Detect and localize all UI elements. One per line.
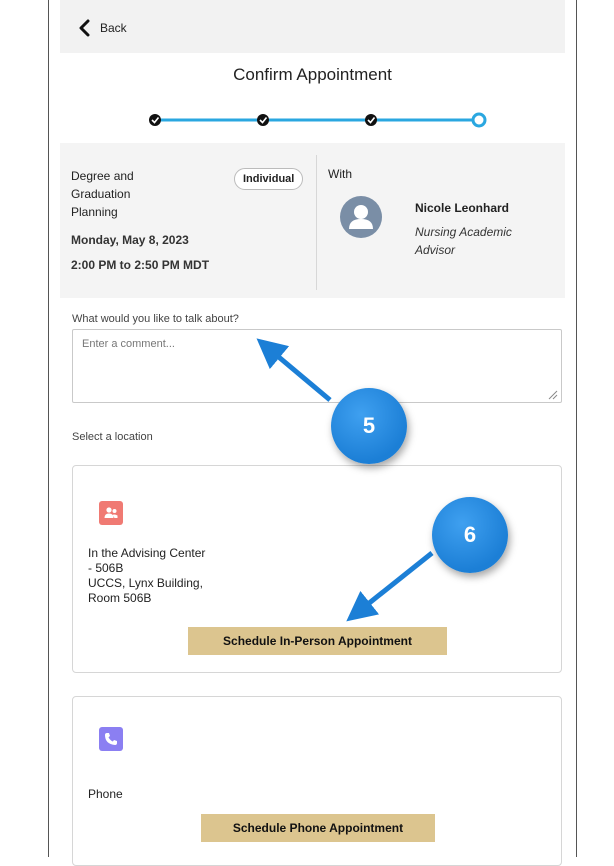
location-label: Select a location [72, 431, 153, 443]
location-address: In the Advising Center - 506B UCCS, Lynx… [88, 546, 206, 605]
step-2-complete-icon [257, 114, 269, 126]
schedule-phone-button[interactable]: Schedule Phone Appointment [201, 814, 435, 842]
step-1-complete-icon [149, 114, 161, 126]
step-4-current-icon [471, 112, 487, 128]
page-header: Confirm Appointment [60, 53, 565, 143]
appointment-date: Monday, May 8, 2023 [71, 233, 189, 247]
avatar [340, 196, 382, 238]
location-card-phone: Phone Schedule Phone Appointment [72, 696, 562, 866]
appointment-name: Degree and Graduation Planning [71, 169, 134, 219]
phone-icon [99, 727, 123, 751]
appointment-summary: Degree and Graduation Planning Individua… [60, 143, 565, 298]
callout-badge-5: 5 [331, 388, 407, 464]
resize-handle-icon[interactable] [548, 390, 558, 400]
chevron-left-icon [79, 19, 90, 37]
location-card-in-person: In the Advising Center - 506B UCCS, Lynx… [72, 465, 562, 673]
callout-badge-6: 6 [432, 497, 508, 573]
user-icon [349, 205, 373, 229]
advisor-name: Nicole Leonhard [415, 201, 510, 215]
advisor-title: Nursing Academic Advisor [415, 225, 512, 257]
in-person-icon [99, 501, 123, 525]
location-phone-label: Phone [88, 787, 123, 801]
comment-field[interactable] [72, 329, 562, 403]
with-label: With [328, 167, 352, 181]
summary-divider [316, 155, 317, 290]
top-bar: Back [60, 0, 565, 53]
type-badge: Individual [234, 168, 304, 190]
comment-label: What would you like to talk about? [72, 313, 239, 325]
back-button[interactable]: Back [78, 17, 127, 39]
progress-stepper [149, 112, 487, 128]
appointment-time: 2:00 PM to 2:50 PM MDT [71, 258, 210, 272]
page-title: Confirm Appointment [233, 65, 392, 84]
step-3-complete-icon [365, 114, 377, 126]
schedule-in-person-button[interactable]: Schedule In-Person Appointment [188, 627, 447, 655]
back-label: Back [100, 21, 127, 35]
